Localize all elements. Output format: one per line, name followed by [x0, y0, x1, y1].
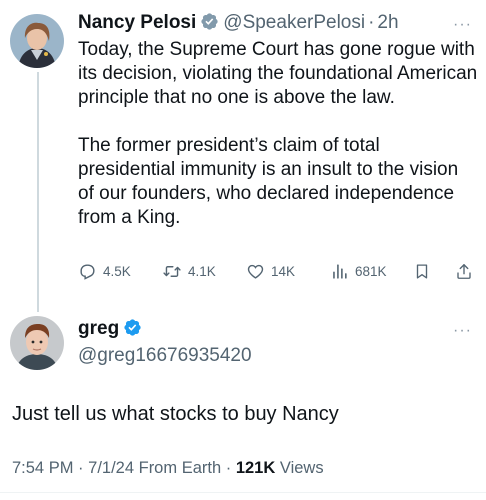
avatar[interactable] [10, 316, 64, 370]
reply-header: greg [78, 318, 146, 342]
like-count: 14K [271, 264, 296, 279]
separator: · [225, 459, 232, 477]
verified-badge-icon [200, 12, 219, 36]
divider [0, 492, 486, 493]
separator: · [368, 12, 375, 33]
avatar-image [10, 14, 64, 68]
timestamp[interactable]: 2h [377, 12, 398, 33]
like-button[interactable]: 14K [246, 262, 295, 281]
action-bar: 4.5K 4.1K 14K 681K [78, 262, 478, 286]
separator: · [78, 459, 84, 477]
tweet-paragraph: Today, the Supreme Court has gone rogue … [78, 39, 478, 108]
tweet-metadata: 7:54 PM · 7/1/24 From Earth · 121K Views [12, 459, 324, 478]
author-handle[interactable]: @greg16676935420 [78, 345, 252, 367]
views-button[interactable]: 681K [330, 262, 387, 281]
avatar-image [10, 316, 64, 370]
tweet-header: Nancy Pelosi @SpeakerPelosi · 2h [78, 12, 399, 36]
more-options-icon[interactable]: ··· [453, 16, 472, 34]
avatar[interactable] [10, 14, 64, 68]
reply-count: 4.5K [103, 264, 131, 279]
repost-count: 4.1K [188, 264, 216, 279]
tweet-paragraph: The former president’s claim of total pr… [78, 135, 459, 228]
author-name[interactable]: Nancy Pelosi [78, 12, 196, 33]
repost-icon [163, 266, 181, 277]
share-button[interactable] [455, 262, 473, 281]
verified-badge-icon [123, 318, 142, 342]
views-count[interactable]: 121K [236, 459, 275, 477]
thread-line [37, 72, 39, 312]
bookmark-button[interactable] [413, 262, 431, 281]
post-time[interactable]: 7:54 PM [12, 459, 73, 477]
analytics-icon [333, 264, 347, 279]
author-name[interactable]: greg [78, 318, 119, 339]
more-options-icon[interactable]: ··· [453, 322, 472, 340]
views-label: Views [279, 459, 324, 477]
author-handle[interactable]: @SpeakerPelosi [223, 12, 365, 33]
view-count: 681K [355, 264, 387, 279]
reply-icon [80, 264, 95, 280]
post-date[interactable]: 7/1/24 [88, 459, 134, 477]
bookmark-icon [416, 264, 428, 279]
repost-button[interactable]: 4.1K [162, 262, 216, 281]
heart-icon [247, 264, 264, 279]
share-icon [457, 264, 471, 279]
reply-text: Just tell us what stocks to buy Nancy [12, 403, 339, 425]
reply-button[interactable]: 4.5K [78, 262, 131, 281]
post-source: From Earth [138, 459, 222, 477]
tweet-body: Today, the Supreme Court has gone rogue … [78, 38, 478, 254]
